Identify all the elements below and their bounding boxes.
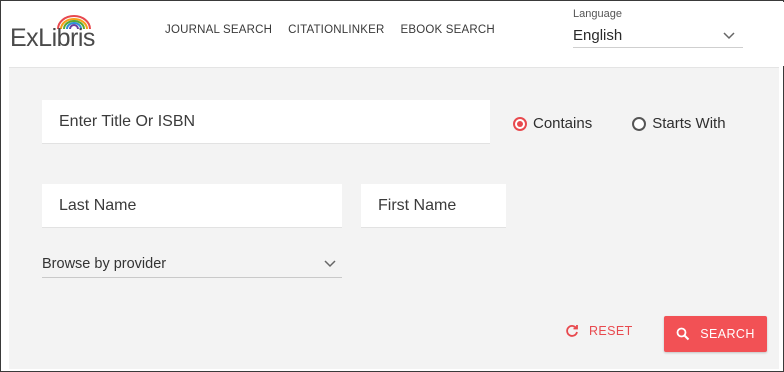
radio-contains-label: Contains	[533, 115, 593, 132]
radio-starts-with-label: Starts With	[652, 115, 726, 132]
title-isbn-input[interactable]	[59, 112, 490, 131]
language-selector: Language English	[573, 8, 743, 48]
language-dropdown[interactable]: English	[573, 24, 743, 48]
radio-contains[interactable]: Contains	[513, 115, 592, 132]
search-button[interactable]: SEARCH	[664, 316, 767, 352]
logo-text: ExLibris	[10, 24, 95, 52]
header: ExLibris JOURNAL SEARCH CITATIONLINKER E…	[2, 2, 784, 66]
refresh-icon	[566, 325, 578, 337]
first-name-input[interactable]	[378, 196, 506, 215]
chevron-down-icon	[723, 31, 735, 39]
language-selected: English	[573, 27, 623, 44]
title-isbn-field[interactable]	[42, 100, 490, 144]
browse-selected: Browse by provider	[42, 256, 167, 272]
exlibris-logo[interactable]: ExLibris	[10, 12, 114, 56]
radio-checked-icon	[513, 116, 527, 131]
language-label: Language	[573, 8, 622, 20]
main-nav: JOURNAL SEARCH CITATIONLINKER EBOOK SEAR…	[165, 24, 495, 36]
reset-label: RESET	[589, 324, 633, 338]
last-name-field[interactable]	[42, 184, 342, 228]
search-panel: Contains Starts With Browse by provider	[9, 67, 779, 369]
nav-journal-search[interactable]: JOURNAL SEARCH	[165, 24, 272, 36]
nav-citationlinker[interactable]: CITATIONLINKER	[288, 24, 384, 36]
radio-starts-with[interactable]: Starts With	[632, 115, 726, 132]
radio-unchecked-icon	[632, 116, 647, 131]
last-name-input[interactable]	[59, 196, 342, 215]
search-icon	[676, 327, 690, 341]
search-label: SEARCH	[700, 327, 755, 341]
chevron-down-icon	[324, 260, 336, 268]
app-frame: ExLibris JOURNAL SEARCH CITATIONLINKER E…	[0, 0, 784, 372]
match-type-radio-group: Contains Starts With	[513, 115, 726, 132]
first-name-field[interactable]	[361, 184, 506, 228]
browse-by-provider-dropdown[interactable]: Browse by provider	[42, 251, 342, 278]
reset-button[interactable]: RESET	[565, 324, 633, 338]
nav-ebook-search[interactable]: EBOOK SEARCH	[400, 24, 494, 36]
